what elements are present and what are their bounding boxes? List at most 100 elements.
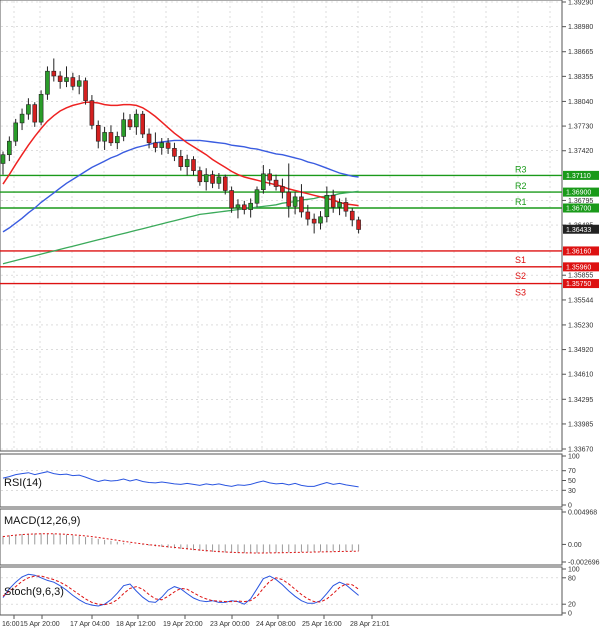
candle-body-down	[32, 104, 38, 123]
price-y-tick-label: 1.38980	[568, 24, 593, 31]
candle-body-up	[318, 216, 323, 224]
candle-body-down	[286, 191, 292, 207]
macd-panel-frame	[0, 508, 563, 566]
time-tick-label: 23 Apr 00:00	[210, 621, 250, 628]
time-tick-label: 24 Apr 08:00	[256, 621, 296, 628]
macd-y-tick-label: 0.004968	[568, 510, 597, 517]
price-panel-frame	[0, 0, 563, 452]
candle-body-up	[184, 159, 190, 167]
last-price-label: 1.36433	[566, 227, 591, 234]
macd-y-tick-label: -0.002696	[568, 560, 600, 567]
candle-body-down	[191, 159, 196, 171]
rsi-y-tick-label: 70	[568, 468, 576, 475]
time-tick-label: 16:00	[2, 621, 20, 628]
candle-body-down	[356, 219, 361, 230]
candle-body-up	[292, 196, 298, 207]
candle-body-up	[64, 77, 69, 82]
candle-body-up	[203, 174, 209, 183]
candle-body-up	[261, 173, 266, 191]
candle-body-up	[216, 176, 222, 184]
rsi-y-tick-label: 30	[568, 488, 576, 495]
price-y-tick-label: 1.35855	[568, 273, 593, 280]
candle-body-up	[248, 202, 253, 210]
time-tick-label: 15 Apr 20:00	[20, 621, 60, 628]
candle-body-down	[127, 119, 133, 128]
level-price-s1: 1.36160	[566, 249, 591, 256]
candle-body-down	[89, 100, 95, 126]
candle-body-up	[0, 154, 6, 164]
candle-body-down	[95, 124, 101, 142]
price-panel: 1.39290 1.38980 1.38665 1.38355 1.38040 1.377…	[0, 0, 599, 454]
candle-body-down	[57, 75, 63, 82]
rsi-panel-frame	[0, 453, 563, 508]
candle-body-down	[311, 218, 317, 224]
candle-body-up	[235, 204, 241, 209]
candle-body-down	[153, 142, 158, 148]
rsi-panel: 100 70 50 30 0 RSI(14)	[0, 453, 580, 510]
candle-body-down	[172, 148, 177, 157]
stoch-y-tick-label: 80	[568, 575, 576, 582]
candle-body-up	[19, 113, 25, 124]
stoch-y-tick-label: 20	[568, 602, 576, 609]
candle-body-up	[159, 142, 165, 148]
price-y-tick-label: 1.33985	[568, 421, 593, 428]
price-y-tick-label: 1.34920	[568, 347, 593, 354]
candle-body-down	[280, 186, 285, 193]
rsi-y-tick-label: 50	[568, 478, 576, 485]
price-y-tick-label: 1.33670	[568, 447, 593, 454]
candle-body-down	[108, 132, 114, 144]
stoch-y-tick-label: 0	[568, 611, 572, 618]
candle-body-down	[146, 133, 152, 144]
forex-chart: 1.39290 1.38980 1.38665 1.38355 1.38040 1.377…	[0, 0, 600, 631]
stoch-panel: 10080 20 0 Stoch(9,6,3)	[0, 566, 580, 618]
level-price-r1: 1.36700	[566, 206, 591, 213]
level-price-r2: 1.36900	[566, 190, 591, 197]
time-tick-label: 17 Apr 04:00	[70, 621, 110, 628]
level-label-r2: R2	[515, 181, 527, 191]
candle-body-down	[51, 70, 57, 77]
macd-y-tick-label: 0.00	[568, 542, 582, 549]
candle-body-down	[267, 173, 273, 181]
candle-body-down	[229, 190, 234, 209]
macd-panel: 0.004968 0.00 -0.002696 MACD(12,26,9)	[0, 508, 600, 567]
rsi-label: RSI(14)	[4, 477, 42, 489]
price-y-tick-label: 1.35544	[568, 297, 593, 304]
price-y-tick-label: 1.38665	[568, 49, 593, 56]
level-price-s3: 1.35750	[566, 281, 591, 288]
candle-body-up	[121, 119, 126, 137]
level-label-s2: S2	[515, 271, 526, 281]
level-label-r1: R1	[515, 197, 527, 207]
candle-body-up	[254, 189, 260, 204]
level-label-s3: S3	[515, 288, 526, 298]
stoch-y-tick-label: 100	[568, 567, 580, 574]
rsi-y-tick-label: 0	[568, 503, 572, 510]
time-tick-label: 18 Apr 12:00	[116, 621, 156, 628]
price-y-tick-label: 1.34295	[568, 397, 593, 404]
candle-body-down	[210, 174, 215, 184]
price-y-tick-label: 1.39290	[568, 0, 593, 7]
candle-body-down	[70, 77, 76, 87]
rsi-y-tick-label: 100	[568, 454, 580, 461]
price-y-tick-label: 1.37420	[568, 148, 593, 155]
candle-body-down	[197, 170, 203, 183]
level-price-s2: 1.35960	[566, 264, 591, 271]
candle-body-up	[45, 70, 50, 95]
candle-body-down	[178, 156, 184, 167]
time-tick-label: 25 Apr 16:00	[302, 621, 342, 628]
candle-body-up	[7, 140, 12, 156]
candle-body-down	[305, 211, 311, 220]
time-tick-label: 28 Apr 21:01	[350, 621, 390, 628]
candle-body-down	[299, 196, 304, 213]
candle-body-down	[83, 80, 88, 101]
last-price-marker: 1.36433	[563, 224, 599, 234]
level-label-s1: S1	[515, 255, 526, 265]
stoch-label: Stoch(9,6,3)	[4, 586, 64, 598]
price-y-tick-label: 1.38355	[568, 74, 593, 81]
price-y-tick-label: 1.38040	[568, 99, 593, 106]
candle-body-down	[349, 210, 355, 221]
candle-body-up	[102, 132, 107, 142]
stoch-panel-frame	[0, 566, 563, 616]
candle-body-up	[134, 113, 139, 128]
candle-body-up	[324, 194, 330, 218]
candle-body-up	[38, 93, 44, 123]
